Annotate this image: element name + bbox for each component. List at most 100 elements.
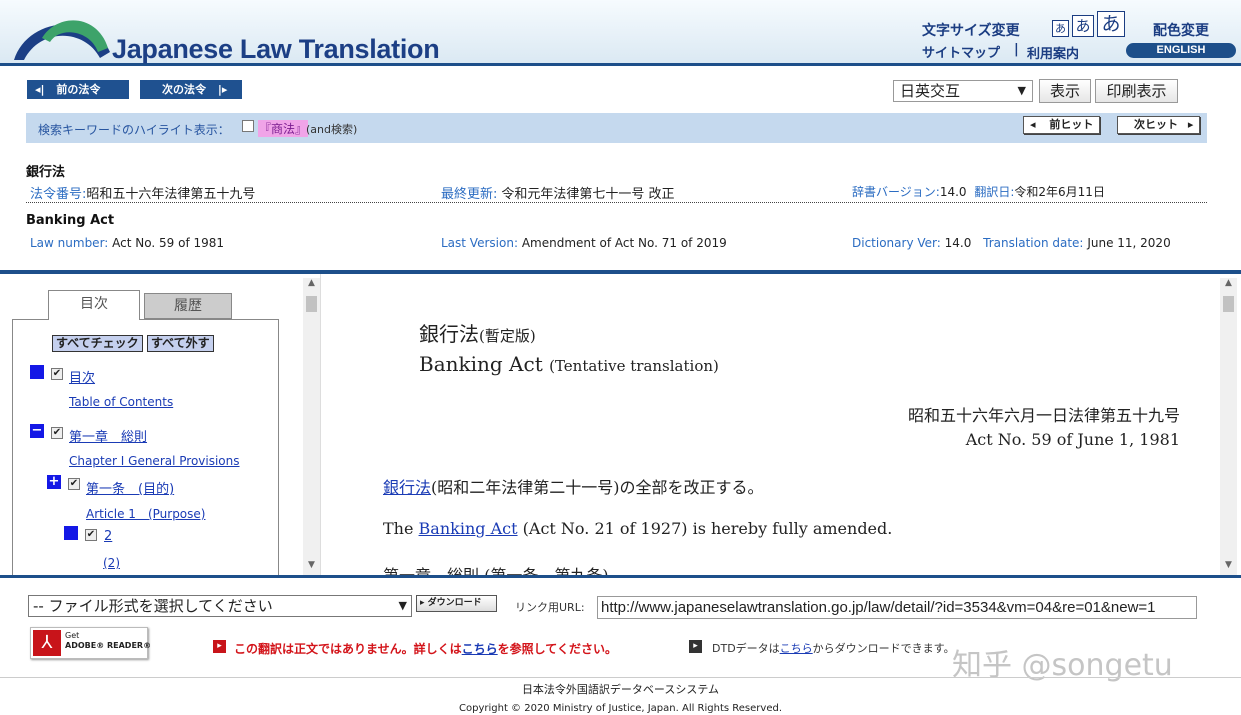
- left-triangle-icon: ◂: [1030, 118, 1036, 131]
- act-number-en: Act No. 59 of June 1, 1981: [965, 430, 1180, 449]
- toc-scroll-thumb[interactable]: [306, 296, 317, 312]
- dropdown-arrow-icon: ▼: [1017, 84, 1026, 97]
- display-mode-select[interactable]: 日英交互 ▼: [893, 80, 1033, 102]
- last-updated-ja-label: 最終更新:: [441, 187, 498, 202]
- last-updated-ja-value: 令和元年法律第七十一号 改正: [501, 187, 675, 202]
- last-version-en: Last Version: Amendment of Act No. 71 of…: [441, 236, 727, 250]
- frame-bottom-border: [0, 575, 1241, 578]
- scroll-down-icon[interactable]: ▼: [303, 560, 320, 570]
- expand-icon[interactable]: +: [47, 475, 61, 489]
- adobe-get-label: Get: [65, 631, 80, 640]
- law-number-ja-label: 法令番号:: [30, 187, 87, 202]
- english-button[interactable]: ENGLISH: [1126, 43, 1236, 58]
- prev-law-button[interactable]: ◂| 前の法令: [27, 80, 129, 99]
- highlight-keyword-checkbox[interactable]: [242, 120, 254, 132]
- trans-date-ja-label: 翻訳日:: [974, 185, 1015, 199]
- toc-scrollbar[interactable]: ▲ ▼: [303, 278, 320, 575]
- content-pane: 銀行法(暫定版) Banking Act (Tentative translat…: [320, 274, 1241, 575]
- toc-node-square-icon: [30, 365, 44, 379]
- header-separator: |: [1014, 42, 1019, 57]
- trans-date-ja-value: 令和2年6月11日: [1014, 185, 1105, 199]
- link-url-input[interactable]: http://www.japaneselawtranslation.go.jp/…: [597, 596, 1197, 619]
- dtd-notice: DTDデータはこちらからダウンロードできます。: [712, 640, 955, 656]
- show-button[interactable]: 表示: [1039, 79, 1091, 103]
- toc-item-toc-en[interactable]: Table of Contents: [69, 395, 173, 409]
- prev-arrow-icon: ◂|: [35, 83, 45, 96]
- footer-copyright: Copyright © 2020 Ministry of Justice, Ja…: [459, 703, 782, 714]
- scroll-up-icon[interactable]: ▲: [1220, 278, 1237, 288]
- chapter-heading-peek: 第一章 総則 (第一条—第九条): [383, 562, 609, 575]
- toc-item-chapter1-ja[interactable]: 第一章 総則: [69, 426, 147, 445]
- content-scroll-thumb[interactable]: [1223, 296, 1234, 312]
- prev-law-label: 前の法令: [56, 83, 101, 96]
- file-format-select[interactable]: -- ファイル形式を選択してください ▼: [28, 595, 412, 617]
- play-arrow-icon: ▸: [420, 598, 425, 608]
- notice-post: を参照してください。: [497, 642, 617, 656]
- font-size-small-button[interactable]: あ: [1052, 20, 1069, 37]
- download-label: ダウンロード: [427, 598, 482, 608]
- dropdown-arrow-icon: ▼: [398, 599, 407, 612]
- banking-act-link-ja[interactable]: 銀行法: [383, 478, 431, 497]
- uncheck-all-button[interactable]: すべて外す: [147, 335, 214, 352]
- right-triangle-icon: ▸: [1187, 118, 1194, 131]
- notice-pre: この翻訳は正文ではありません。詳しくは: [234, 642, 462, 656]
- prev-hit-label: 前ヒット: [1049, 118, 1094, 131]
- toc-checkbox[interactable]: ✔: [68, 478, 80, 490]
- toc-item-para2-ja[interactable]: 2: [104, 529, 112, 544]
- notice-link[interactable]: こちら: [462, 642, 498, 656]
- tab-toc[interactable]: 目次: [48, 290, 140, 320]
- color-change-link[interactable]: 配色変更: [1153, 20, 1209, 40]
- toc-node-square-icon: [64, 526, 78, 540]
- toc-box: [12, 319, 279, 575]
- guide-link[interactable]: 利用案内: [1027, 43, 1079, 62]
- last-updated-ja: 最終更新: 令和元年法律第七十一号 改正: [441, 183, 675, 202]
- last-version-en-value: Amendment of Act No. 71 of 2019: [521, 236, 727, 250]
- highlight-keyword: 『商法』: [258, 120, 309, 137]
- font-size-medium-button[interactable]: あ: [1072, 15, 1094, 37]
- logo-arc-icon: [14, 20, 110, 60]
- dtd-link[interactable]: こちら: [780, 642, 813, 655]
- notice-bullet-icon: ▸: [213, 640, 226, 653]
- next-hit-label: 次ヒット: [1134, 118, 1178, 131]
- toc-item-article1-en[interactable]: Article 1 (Purpose): [86, 505, 205, 522]
- dict-version-ja-label: 辞書バージョン:: [852, 185, 940, 199]
- content-scrollbar[interactable]: ▲ ▼: [1220, 278, 1237, 575]
- toc-checkbox[interactable]: ✔: [85, 529, 97, 541]
- collapse-icon[interactable]: −: [30, 424, 44, 438]
- content-title-ja: 銀行法(暫定版): [419, 318, 536, 347]
- font-size-large-button[interactable]: あ: [1097, 11, 1125, 37]
- footer-system-name: 日本法令外国語訳データベースシステム: [521, 683, 720, 696]
- dtd-bullet-icon: ▸: [689, 640, 702, 653]
- trans-date-en-value: June 11, 2020: [1087, 236, 1171, 250]
- next-law-button[interactable]: 次の法令 |▸: [140, 80, 242, 99]
- content-title-en-main: Banking Act: [419, 352, 543, 376]
- scroll-down-icon[interactable]: ▼: [1220, 560, 1237, 570]
- toc-item-chapter1-en[interactable]: Chapter I General Provisions: [69, 454, 240, 468]
- check-all-button[interactable]: すべてチェック: [52, 335, 143, 352]
- toc-checkbox[interactable]: ✔: [51, 368, 63, 380]
- toc-item-para2-en[interactable]: (2): [103, 556, 120, 570]
- scroll-up-icon[interactable]: ▲: [303, 278, 320, 288]
- highlight-bar: 検索キーワードのハイライト表示： 『商法』 (and検索) ◂ 前ヒット 次ヒッ…: [26, 113, 1207, 143]
- sitemap-link[interactable]: サイトマップ: [922, 42, 1000, 61]
- site-logo-text[interactable]: Japanese Law Translation: [112, 34, 440, 65]
- content-title-en-sub: (Tentative translation): [549, 357, 719, 375]
- banking-act-link-en[interactable]: Banking Act: [419, 519, 518, 538]
- dict-version-en-value: 14.0: [944, 236, 972, 250]
- tab-history[interactable]: 履歴: [144, 293, 232, 319]
- translation-notice: この翻訳は正文ではありません。詳しくはこちらを参照してください。: [234, 640, 617, 657]
- toc-checkbox[interactable]: ✔: [51, 427, 63, 439]
- toc-item-article1-ja[interactable]: 第一条 (目的): [86, 478, 174, 497]
- dtd-post: からダウンロードできます。: [812, 642, 955, 655]
- next-hit-button[interactable]: 次ヒット ▸: [1117, 116, 1201, 134]
- law-number-ja: 法令番号:昭和五十六年法律第五十九号: [30, 183, 255, 202]
- prev-hit-button[interactable]: ◂ 前ヒット: [1023, 116, 1101, 134]
- trans-date-en-label: Translation date:: [983, 236, 1084, 250]
- download-button[interactable]: ▸ ダウンロード: [416, 595, 497, 612]
- toc-item-toc-ja[interactable]: 目次: [69, 367, 95, 386]
- law-title-ja: 銀行法: [26, 165, 66, 180]
- adobe-reader-badge[interactable]: ⅄ Get ADOBE® READER®: [30, 627, 151, 659]
- print-view-button[interactable]: 印刷表示: [1095, 79, 1178, 103]
- next-arrow-icon: |▸: [217, 83, 228, 96]
- adobe-logo-icon: ⅄: [33, 630, 61, 656]
